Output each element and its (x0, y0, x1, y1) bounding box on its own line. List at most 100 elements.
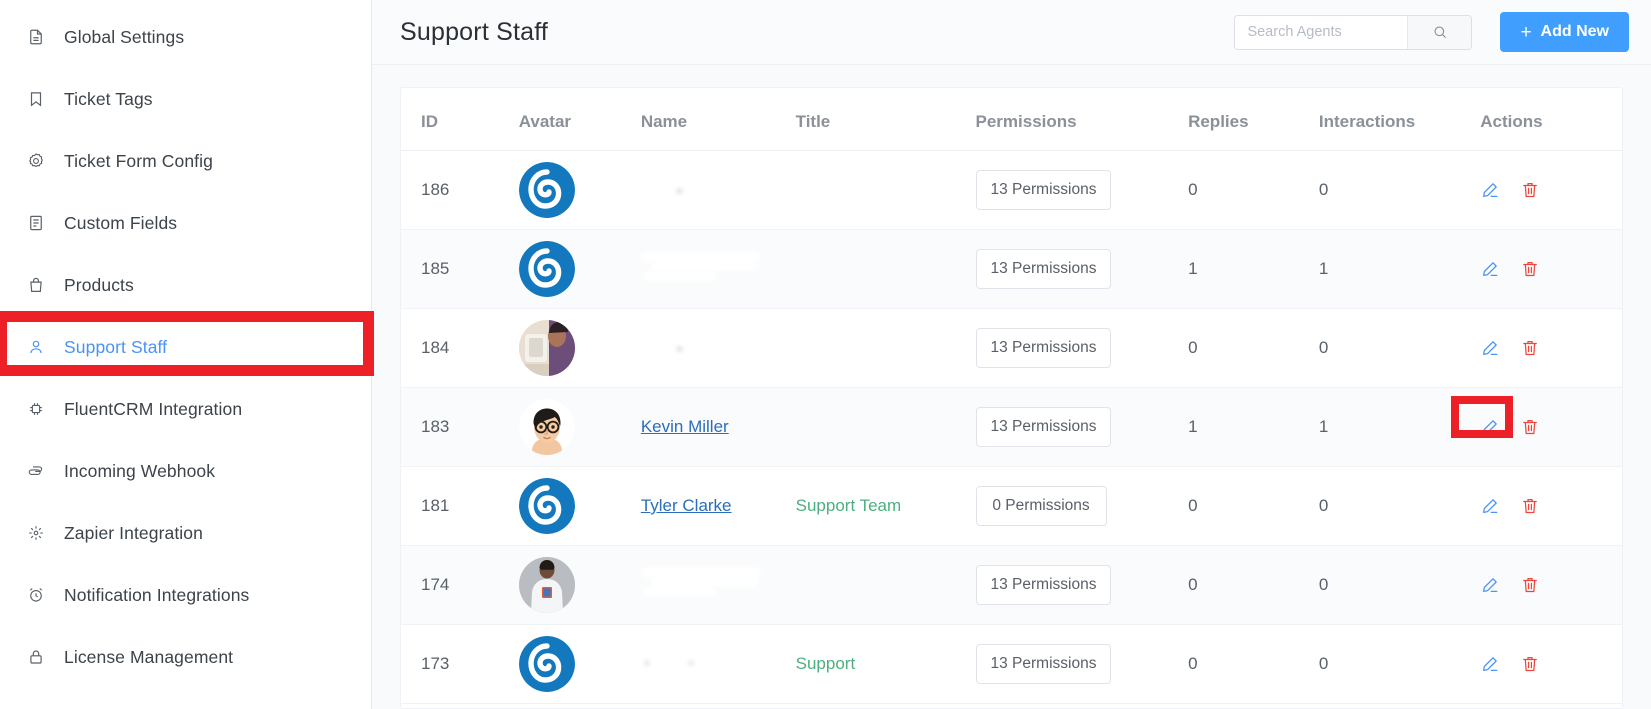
list-document-icon (26, 213, 46, 233)
sidebar-item-zapier-integration[interactable]: Zapier Integration (0, 502, 371, 564)
permissions-button[interactable]: 13 Permissions (975, 565, 1112, 605)
sidebar-item-incoming-webhook[interactable]: Incoming Webhook (0, 440, 371, 502)
sidebar-item-label: Zapier Integration (64, 522, 203, 543)
sidebar-item-ticket-form-config[interactable]: Ticket Form Config (0, 130, 371, 192)
sparkle-icon (26, 523, 46, 543)
table-head: ID Avatar Name Title Permissions Replies… (401, 88, 1622, 151)
column-header-replies: Replies (1188, 88, 1319, 151)
cell-name (640, 229, 796, 309)
cell-replies: 0 (1188, 308, 1319, 388)
edit-pencil-icon[interactable] (1480, 575, 1500, 595)
column-header-name: Name (640, 88, 796, 151)
add-new-button[interactable]: + Add New (1500, 12, 1629, 52)
staff-name-link[interactable]: Tyler Clarke (641, 496, 732, 515)
avatar (518, 320, 575, 376)
webhook-icon (26, 461, 46, 481)
cell-interactions: 0 (1318, 150, 1481, 230)
staff-table-card: ID Avatar Name Title Permissions Replies… (400, 87, 1623, 709)
table-row[interactable]: 186 13 Permissions 0 0 (401, 150, 1622, 230)
cell-replies: 0 (1188, 624, 1319, 704)
alarm-clock-icon (26, 585, 46, 605)
column-header-interactions: Interactions (1318, 88, 1481, 151)
search-icon (1432, 24, 1448, 40)
cell-replies: 1 (1188, 229, 1319, 309)
gear-outline-icon (26, 151, 46, 171)
column-header-permissions: Permissions (975, 88, 1189, 151)
cell-title (795, 150, 976, 230)
edit-pencil-icon[interactable] (1480, 180, 1500, 200)
sidebar-item-label: Support Staff (64, 336, 168, 357)
sidebar-item-fluentcrm-integration[interactable]: FluentCRM Integration (0, 378, 371, 440)
avatar (518, 557, 575, 613)
cell-name (640, 308, 796, 388)
column-header-title: Title (795, 88, 976, 151)
page-header: Support Staff + Add New (372, 0, 1651, 65)
permissions-button[interactable]: 13 Permissions (975, 249, 1112, 289)
cell-avatar (518, 150, 641, 230)
table-row[interactable]: 173 Support 13 Permissions 0 0 (401, 624, 1622, 704)
table-header-row: ID Avatar Name Title Permissions Replies… (401, 88, 1622, 151)
cell-permissions: 13 Permissions (975, 150, 1189, 230)
cell-replies: 0 (1188, 545, 1319, 625)
trash-icon[interactable] (1520, 496, 1540, 516)
sidebar-item-support-staff[interactable]: Support Staff (0, 316, 371, 378)
search-button[interactable] (1407, 15, 1472, 49)
column-header-actions: Actions (1480, 88, 1622, 151)
plus-icon: + (1520, 21, 1532, 43)
document-icon (26, 27, 46, 47)
table-row[interactable]: 181 Tyler Clarke Support Team 0 Permissions… (401, 466, 1622, 546)
cell-title: Support Team (795, 466, 976, 546)
sidebar-item-global-settings[interactable]: Global Settings (0, 6, 371, 68)
edit-pencil-icon[interactable] (1480, 338, 1500, 358)
trash-icon[interactable] (1520, 338, 1540, 358)
header-actions: + Add New (1234, 12, 1629, 52)
permissions-button[interactable]: 13 Permissions (975, 328, 1112, 368)
sidebar-item-custom-fields[interactable]: Custom Fields (0, 192, 371, 254)
edit-pencil-icon[interactable] (1480, 259, 1500, 279)
cell-actions (1480, 150, 1622, 230)
permissions-button[interactable]: 13 Permissions (975, 644, 1112, 684)
avatar (518, 636, 575, 692)
table-row[interactable]: 183 Kevin Miller 13 Permissions 1 1 (401, 387, 1622, 467)
cell-actions (1480, 308, 1622, 388)
cell-interactions: 1 (1318, 229, 1481, 309)
table-row[interactable]: 184 13 Permissions 0 0 (401, 308, 1622, 388)
cell-id: 174 (401, 545, 519, 625)
cell-interactions: 0 (1318, 308, 1481, 388)
bookmark-icon (26, 89, 46, 109)
avatar (518, 162, 575, 218)
support-staff-table: ID Avatar Name Title Permissions Replies… (401, 88, 1622, 704)
table-container: ID Avatar Name Title Permissions Replies… (372, 65, 1651, 709)
permissions-button[interactable]: 13 Permissions (975, 170, 1112, 210)
cell-avatar (518, 545, 641, 625)
edit-pencil-icon[interactable] (1480, 417, 1500, 437)
table-row[interactable]: 174 13 Permissions 0 0 (401, 545, 1622, 625)
sidebar-item-products[interactable]: Products (0, 254, 371, 316)
trash-icon[interactable] (1520, 654, 1540, 674)
sidebar-item-notification-integrations[interactable]: Notification Integrations (0, 564, 371, 626)
column-header-avatar: Avatar (518, 88, 641, 151)
trash-icon[interactable] (1520, 259, 1540, 279)
cell-avatar (518, 466, 641, 546)
sidebar-item-license-management[interactable]: License Management (0, 626, 371, 688)
table-row[interactable]: 185 13 Permissions 1 1 (401, 229, 1622, 309)
permissions-button[interactable]: 0 Permissions (975, 486, 1107, 526)
sidebar-item-ticket-tags[interactable]: Ticket Tags (0, 68, 371, 130)
edit-pencil-icon[interactable] (1480, 496, 1500, 516)
permissions-button[interactable]: 13 Permissions (975, 407, 1112, 447)
cell-permissions: 0 Permissions (975, 466, 1189, 546)
edit-pencil-icon[interactable] (1480, 654, 1500, 674)
avatar (518, 241, 575, 297)
staff-name-link[interactable]: Kevin Miller (641, 417, 729, 436)
search-input[interactable] (1235, 15, 1408, 49)
bag-icon (26, 275, 46, 295)
trash-icon[interactable] (1520, 417, 1540, 437)
cell-avatar (518, 308, 641, 388)
sidebar-item-label: Global Settings (64, 26, 185, 47)
cell-replies: 0 (1188, 150, 1319, 230)
trash-icon[interactable] (1520, 575, 1540, 595)
trash-icon[interactable] (1520, 180, 1540, 200)
cell-id: 173 (401, 624, 519, 704)
sidebar-item-label: Incoming Webhook (64, 460, 216, 481)
cell-title (795, 308, 976, 388)
